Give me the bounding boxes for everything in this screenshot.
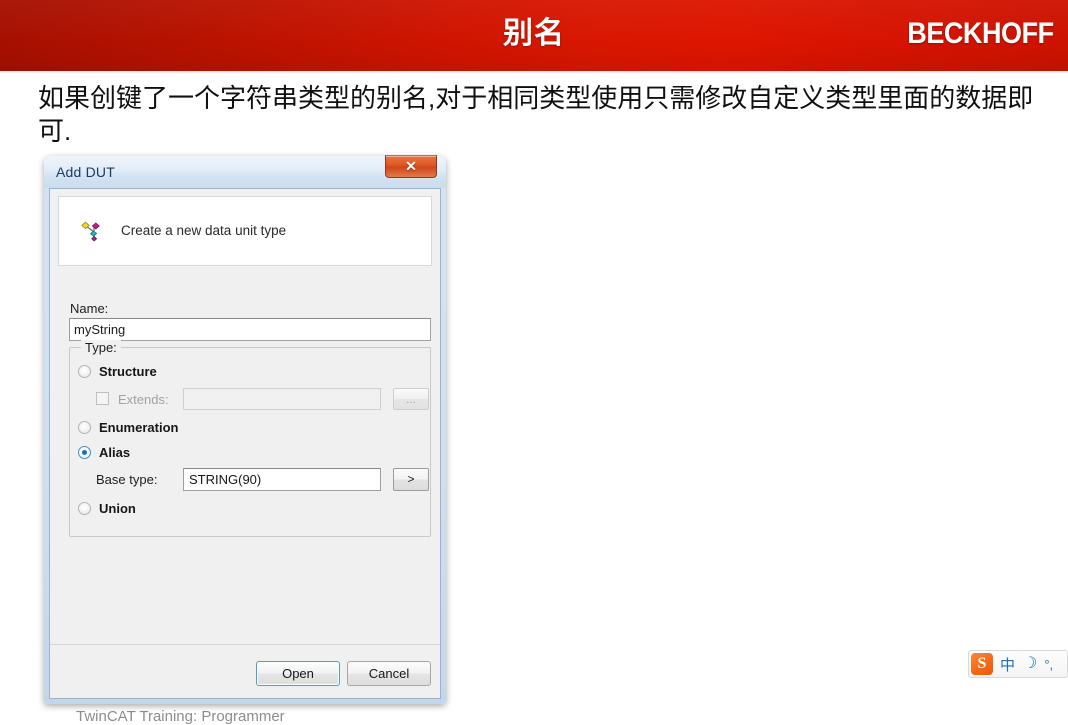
close-icon[interactable]: ✕ [385,155,437,178]
punctuation-mode-icon[interactable]: °, [1044,657,1053,672]
sogou-logo-icon[interactable]: S [971,653,993,675]
radio-structure-mark [78,365,91,378]
name-input[interactable] [69,318,431,341]
moon-icon[interactable]: ☽ [1023,656,1037,672]
radio-union-mark [78,502,91,515]
radio-enumeration-label: Enumeration [99,420,179,435]
radio-structure-label: Structure [99,364,157,379]
dialog-banner: Create a new data unit type [58,196,432,266]
extends-browse-button[interactable]: ... [393,388,429,410]
add-dut-dialog: Add DUT ✕ Create a new data unit type Na… [44,155,446,704]
radio-structure[interactable]: Structure [78,364,157,379]
dialog-banner-label: Create a new data unit type [121,223,287,238]
slide-header-banner: 别名 BECKHOFF [0,0,1068,71]
type-group: Type: Structure Extends: ... Enumeration… [69,340,431,537]
type-group-caption: Type: [81,340,121,355]
ime-mode-icon[interactable]: 中 [1000,654,1015,675]
base-type-input[interactable] [183,468,381,491]
slide-body-paragraph: 如果创键了一个字符串类型的别名,对于相同类型使用只需修改自定义类型里面的数据即可… [38,83,1034,146]
ime-toolbar[interactable]: S 中 ☽ °, [968,650,1068,678]
extends-checkbox[interactable] [96,392,109,405]
dialog-title: Add DUT [56,164,115,180]
footer-separator [50,644,440,645]
base-type-browse-button[interactable]: > [393,468,429,491]
open-button[interactable]: Open [256,661,340,686]
slide-footnote: TwinCAT Training: Programmer [76,708,285,725]
radio-alias-mark [78,446,91,459]
beckhoff-logo: BECKHOFF [907,17,1055,50]
close-glyph: ✕ [405,158,417,174]
radio-enumeration-mark [78,421,91,434]
radio-alias-label: Alias [99,445,131,460]
cancel-button[interactable]: Cancel [347,661,431,686]
base-type-label: Base type: [96,472,158,487]
data-unit-type-icon [81,221,100,242]
extends-label: Extends: [118,392,169,407]
banner-bottom-edge [0,71,1068,74]
radio-enumeration[interactable]: Enumeration [78,420,178,435]
base-type-row: Base type: > [96,468,430,492]
extends-row: Extends: ... [96,388,429,412]
extends-input[interactable] [183,388,381,410]
radio-alias[interactable]: Alias [78,445,130,460]
name-label: Name: [70,301,109,316]
dialog-body: Create a new data unit type Name: Type: … [49,188,441,699]
radio-union-label: Union [99,501,136,516]
radio-union[interactable]: Union [78,501,136,516]
